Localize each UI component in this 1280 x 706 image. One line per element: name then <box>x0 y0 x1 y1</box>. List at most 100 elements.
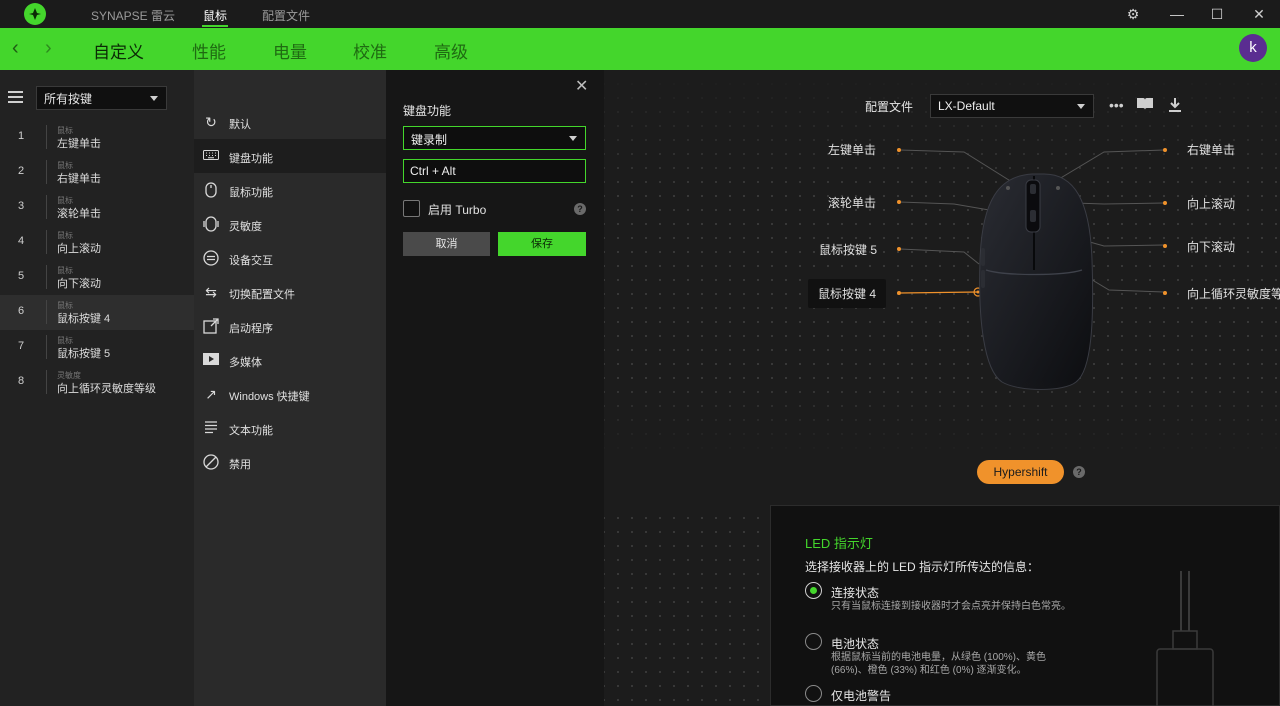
function-keyboard[interactable]: 键盘功能 <box>194 139 386 173</box>
tab-mouse[interactable]: 鼠标 <box>203 7 227 24</box>
tab-synapse[interactable]: SYNAPSE 雷云 <box>91 7 175 24</box>
mapping-mouse-button-5[interactable]: 鼠标按键 5 <box>819 241 877 258</box>
divider <box>46 265 47 289</box>
option-description: 只有当鼠标连接到接收器时才会点亮并保持白色常亮。 <box>831 601 1071 612</box>
help-icon[interactable]: ? <box>574 203 586 215</box>
button-row[interactable]: 7 鼠标 鼠标按键 5 <box>0 330 194 365</box>
menu-icon[interactable] <box>8 91 23 103</box>
function-label: 文本功能 <box>229 425 273 437</box>
function-switch-profile[interactable]: ⇆ 切换配置文件 <box>194 275 386 309</box>
tab-calibration[interactable]: 校准 <box>353 38 387 63</box>
maximize-icon[interactable]: ☐ <box>1208 5 1226 23</box>
button-row[interactable]: 2 鼠标 右键单击 <box>0 155 194 190</box>
function-multimedia[interactable]: 多媒体 <box>194 343 386 377</box>
radio-battery-warning-only[interactable] <box>805 685 822 702</box>
function-text[interactable]: 文本功能 <box>194 411 386 445</box>
function-label: 默认 <box>229 119 251 131</box>
function-mouse[interactable]: 鼠标功能 <box>194 173 386 207</box>
function-launch-program[interactable]: 启动程序 <box>194 309 386 343</box>
mapping-dot <box>897 200 901 204</box>
divider <box>46 335 47 359</box>
function-windows-shortcut[interactable]: ↗ Windows 快捷键 <box>194 377 386 411</box>
mapping-dot <box>897 291 901 295</box>
minimize-icon[interactable]: — <box>1168 5 1186 23</box>
settings-gear-icon[interactable]: ⚙ <box>1124 5 1142 23</box>
forward-arrow-icon[interactable]: › <box>45 37 52 60</box>
button-row[interactable]: 1 鼠标 左键单击 <box>0 120 194 155</box>
button-row[interactable]: 5 鼠标 向下滚动 <box>0 260 194 295</box>
button-number: 5 <box>18 270 25 282</box>
section-nav: ‹ › 自定义 性能 电量 校准 高级 k <box>0 28 1280 70</box>
function-label: 多媒体 <box>229 357 262 369</box>
turbo-checkbox[interactable] <box>403 200 420 217</box>
razer-logo-icon <box>24 3 46 25</box>
mapping-dot <box>897 247 901 251</box>
canvas-fade <box>604 380 1280 510</box>
divider <box>46 195 47 219</box>
disable-icon <box>203 454 219 470</box>
launch-program-icon <box>203 318 219 334</box>
button-number: 4 <box>18 235 25 247</box>
button-number: 1 <box>18 130 25 142</box>
function-label: 键盘功能 <box>229 153 273 165</box>
mapping-right-click[interactable]: 右键单击 <box>1187 141 1235 158</box>
led-description: 选择接收器上的 LED 指示灯所传达的信息： <box>805 560 1040 574</box>
mapping-mouse-button-4-selected[interactable]: 鼠标按键 4 <box>808 279 887 308</box>
button-label: 左键单击 <box>57 138 101 150</box>
close-window-icon[interactable]: ✕ <box>1250 5 1268 23</box>
save-button[interactable]: 保存 <box>498 232 586 256</box>
function-label: 鼠标功能 <box>229 187 273 199</box>
mapping-scroll-up[interactable]: 向上滚动 <box>1187 195 1235 212</box>
tab-customize[interactable]: 自定义 <box>93 38 144 63</box>
button-label: 向下滚动 <box>57 278 101 290</box>
hypershift-button[interactable]: Hypershift <box>977 460 1064 484</box>
button-row[interactable]: 8 灵敏度 向上循环灵敏度等级 <box>0 365 194 400</box>
function-label: 灵敏度 <box>229 221 262 233</box>
option-title: 仅电池警告 <box>831 689 892 703</box>
divider <box>46 160 47 184</box>
button-number: 3 <box>18 200 25 212</box>
divider <box>46 230 47 254</box>
mapping-wheel-click[interactable]: 滚轮单击 <box>828 194 876 211</box>
radio-battery-status[interactable] <box>805 633 822 650</box>
key-combination-field[interactable]: Ctrl + Alt <box>403 159 586 183</box>
button-filter-value: 所有按键 <box>44 92 93 106</box>
cancel-button[interactable]: 取消 <box>403 232 490 256</box>
keyboard-mode-dropdown[interactable]: 键录制 <box>403 126 586 150</box>
tab-advanced[interactable]: 高级 <box>434 38 468 63</box>
mapping-left-click[interactable]: 左键单击 <box>828 141 876 158</box>
function-label: Windows 快捷键 <box>229 391 310 403</box>
button-number: 2 <box>18 165 25 177</box>
function-default[interactable]: ↻ 默认 <box>194 105 386 139</box>
back-arrow-icon[interactable]: ‹ <box>12 37 19 60</box>
function-disable[interactable]: 禁用 <box>194 445 386 479</box>
button-row[interactable]: 4 鼠标 向上滚动 <box>0 225 194 260</box>
help-icon[interactable]: ? <box>1073 466 1085 478</box>
user-avatar[interactable]: k <box>1239 34 1267 62</box>
sensitivity-icon <box>203 216 219 232</box>
turbo-label: 启用 Turbo <box>428 203 487 217</box>
mapping-scroll-down[interactable]: 向下滚动 <box>1187 238 1235 255</box>
tab-power[interactable]: 电量 <box>273 38 307 63</box>
button-filter-dropdown[interactable]: 所有按键 <box>36 86 167 110</box>
active-tab-underline <box>202 25 228 27</box>
tab-profiles[interactable]: 配置文件 <box>262 7 310 24</box>
button-row-selected[interactable]: 6 鼠标 鼠标按键 4 <box>0 295 194 330</box>
function-sensitivity[interactable]: 灵敏度 <box>194 207 386 241</box>
divider <box>46 300 47 324</box>
receiver-illustration <box>1156 571 1214 706</box>
editor-title: 键盘功能 <box>403 104 452 118</box>
function-device-interaction[interactable]: 设备交互 <box>194 241 386 275</box>
radio-connection-status[interactable] <box>805 582 822 599</box>
button-row[interactable]: 3 鼠标 滚轮单击 <box>0 190 194 225</box>
function-list-panel: ↻ 默认 键盘功能 鼠标功能 灵敏度 设备交互 ⇆ 切换配置文件 启动程序 多媒… <box>194 70 386 706</box>
mapping-dot <box>1163 291 1167 295</box>
button-number: 8 <box>18 375 25 387</box>
close-icon[interactable]: ✕ <box>575 76 588 96</box>
option-description: 根据鼠标当前的电池电量，从绿色 (100%)、黄色 (66%)、橙色 (33%)… <box>831 652 1047 676</box>
button-label: 滚轮单击 <box>57 208 101 220</box>
button-label: 右键单击 <box>57 173 101 185</box>
mapping-sensitivity-cycle-up[interactable]: 向上循环灵敏度等 <box>1187 285 1280 302</box>
tab-performance[interactable]: 性能 <box>192 38 226 63</box>
led-indicator-panel: LED 指示灯 选择接收器上的 LED 指示灯所传达的信息： 连接状态 只有当鼠… <box>770 505 1280 706</box>
